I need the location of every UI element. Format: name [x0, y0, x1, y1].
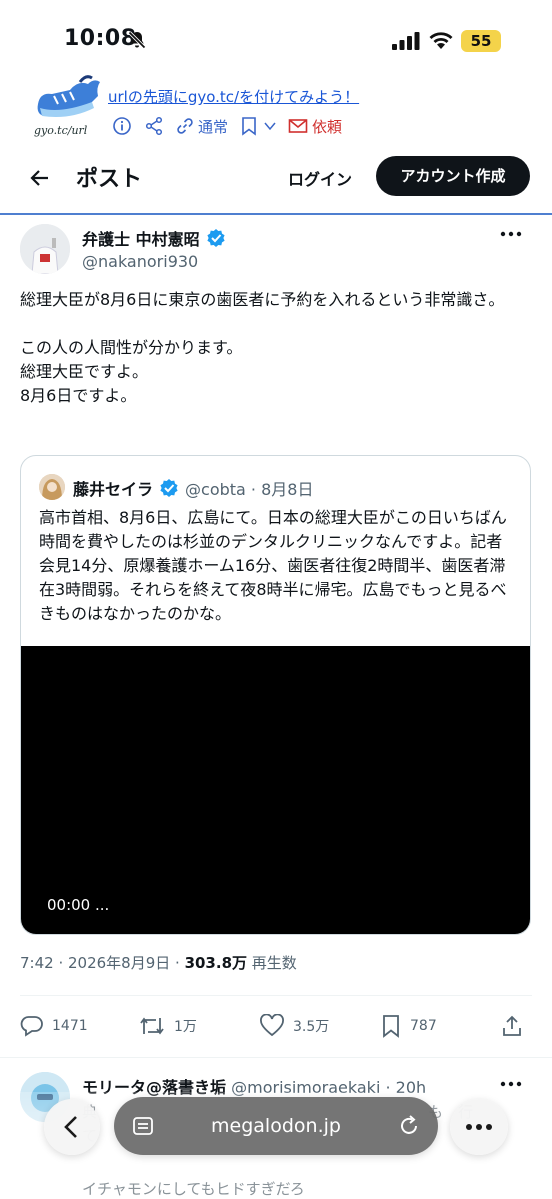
post-text: 総理大臣が8月6日に東京の歯医者に予約を入れるという非常識さ。 この人の人間性が… — [20, 290, 505, 405]
bell-slash-icon — [128, 31, 146, 49]
verified-badge-icon — [206, 229, 225, 247]
request-label: 依頼 — [312, 117, 343, 136]
gyo-banner: gyo.tc/url urlの先頭にgyo.tc/を付けてみよう！ 通常 依頼 — [0, 74, 552, 215]
post-meta: 7:42 · 2026年8月9日 · 303.8万 再生数 — [20, 952, 297, 973]
banner-divider — [0, 213, 552, 215]
bookmark-icon — [383, 1015, 399, 1038]
author-name-row[interactable]: 弁護士 中村憲昭 — [82, 226, 226, 250]
bookmark-menu-button[interactable] — [240, 116, 276, 136]
quoted-author-handle: @cobta · 8月8日 — [185, 480, 314, 499]
chevron-down-icon — [264, 122, 276, 131]
gyo-toolbar: 通常 依頼 — [112, 114, 354, 138]
page-header: ポスト ログイン アカウント作成 — [0, 150, 552, 204]
author-avatar[interactable] — [20, 224, 70, 274]
quoted-text: 高市首相、8月6日、広島にて。日本の総理大臣がこの日いちばん時間を費やしたのは杉… — [39, 508, 507, 623]
quoted-avatar-image — [39, 474, 65, 500]
status-time: 10:08 — [64, 26, 137, 51]
reply-icon — [20, 1016, 43, 1037]
info-button[interactable] — [112, 116, 132, 136]
author-handle[interactable]: @nakanori930 — [82, 252, 198, 271]
share-nodes-icon — [145, 116, 163, 136]
gyo-logo-text: gyo.tc/url — [34, 124, 88, 137]
link-icon — [177, 118, 193, 134]
reply-text-line3: イチャモンにしてもヒドすぎだろ — [82, 1180, 305, 1198]
quoted-author-avatar — [39, 474, 65, 500]
wifi-icon — [429, 32, 453, 49]
view-count-label: 再生数 — [247, 954, 297, 972]
share-nodes-button[interactable] — [144, 116, 164, 136]
browser-more-button[interactable] — [450, 1099, 508, 1155]
bookmark-button[interactable]: 787 — [380, 1014, 437, 1038]
ellipsis-icon — [466, 1124, 492, 1130]
author-name: 弁護士 中村憲昭 — [82, 230, 200, 249]
login-button[interactable]: ログイン — [288, 166, 352, 190]
reply-count: 1471 — [52, 1018, 88, 1034]
quoted-header: 藤井セイラ @cobta · 8月8日 — [73, 476, 313, 500]
create-account-button[interactable]: アカウント作成 — [376, 156, 530, 196]
page-title: ポスト — [76, 167, 143, 192]
status-bar: 10:08 55 — [0, 0, 552, 80]
quoted-post[interactable]: 藤井セイラ @cobta · 8月8日 高市首相、8月6日、広島にて。日本の総理… — [20, 455, 531, 935]
bookmark-outline-icon — [242, 117, 256, 136]
repost-icon — [140, 1017, 164, 1035]
browser-back-button[interactable] — [44, 1099, 100, 1155]
back-arrow-icon[interactable] — [28, 166, 52, 190]
chevron-left-icon — [64, 1116, 77, 1138]
more-options-icon[interactable] — [498, 224, 524, 244]
share-button[interactable] — [500, 1014, 532, 1038]
video-time: 00:00 ... — [47, 896, 110, 914]
divider — [20, 995, 532, 996]
quoted-author-name: 藤井セイラ — [73, 480, 154, 499]
link-mode-label: 通常 — [198, 117, 229, 136]
reply-button[interactable]: 1471 — [20, 1014, 88, 1038]
view-count: 303.8万 — [184, 954, 248, 972]
signal-icon — [392, 32, 420, 50]
reload-icon[interactable] — [398, 1115, 420, 1137]
share-icon — [503, 1015, 521, 1036]
post-actions: 1471 1万 3.5万 787 — [0, 1014, 552, 1044]
post-timestamp: 7:42 · 2026年8月9日 · — [20, 954, 185, 972]
heart-icon — [260, 1014, 284, 1037]
info-icon — [113, 117, 131, 135]
url-text: megalodon.jp — [211, 1115, 341, 1137]
address-bar[interactable]: megalodon.jp — [114, 1097, 438, 1155]
like-count: 3.5万 — [293, 1019, 330, 1035]
video-player[interactable]: 00:00 ... — [21, 646, 530, 934]
more-options-icon[interactable] — [498, 1074, 524, 1094]
repost-button[interactable]: 1万 — [138, 1014, 197, 1038]
battery-level: 55 — [461, 30, 501, 52]
request-button[interactable]: 依頼 — [288, 116, 342, 137]
repost-count: 1万 — [174, 1019, 197, 1035]
author-avatar-image — [20, 224, 70, 274]
mail-icon — [288, 119, 308, 133]
like-button[interactable]: 3.5万 — [259, 1014, 329, 1038]
link-mode-button[interactable]: 通常 — [176, 116, 228, 137]
gyo-promo-link[interactable]: urlの先頭にgyo.tc/を付けてみよう！ — [108, 86, 359, 107]
divider — [0, 1057, 552, 1058]
bookmark-count: 787 — [410, 1018, 437, 1034]
verified-badge-icon — [160, 479, 178, 497]
